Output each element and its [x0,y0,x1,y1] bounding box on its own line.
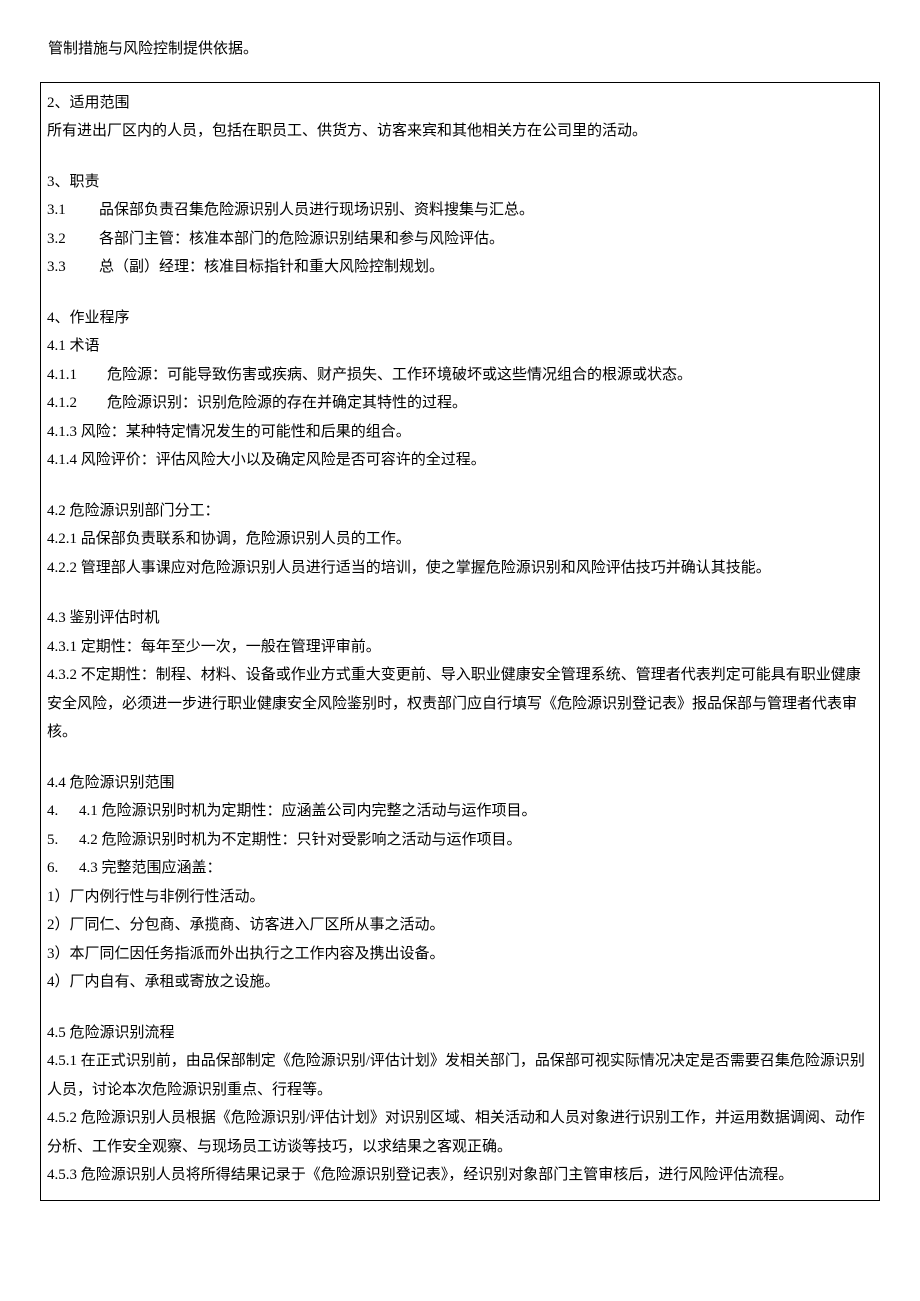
item-text: 危险源识别：识别危险源的存在并确定其特性的过程。 [107,389,467,418]
item-4-4-sub-1: 1）厂内例行性与非例行性活动。 [47,883,873,912]
item-text: 总（副）经理：核准目标指针和重大风险控制规划。 [99,253,444,282]
item-text: 各部门主管：核准本部门的危险源识别结果和参与风险评估。 [99,225,504,254]
section-4-2-title: 4.2 危险源识别部门分工： [47,497,873,526]
item-text: 4.2 危险源识别时机为不定期性：只针对受影响之活动与运作项目。 [79,826,522,855]
section-4-1-title: 4.1 术语 [47,332,873,361]
item-4-5-1: 4.5.1 在正式识别前，由品保部制定《危险源识别/评估计划》发相关部门，品保部… [47,1047,873,1104]
item-4-4-sub-3: 3）本厂同仁因任务指派而外出执行之工作内容及携出设备。 [47,940,873,969]
item-4-4-sub-4: 4）厂内自有、承租或寄放之设施。 [47,968,873,997]
item-number: 4.1.1 [47,361,107,390]
item-text: 4.3 完整范围应涵盖： [79,854,222,883]
section-4-4-title: 4.4 危险源识别范围 [47,769,873,798]
item-4-4-1: 4. 4.1 危险源识别时机为定期性：应涵盖公司内完整之活动与运作项目。 [47,797,873,826]
ol-number: 4. [47,797,79,826]
item-4-4-2: 5. 4.2 危险源识别时机为不定期性：只针对受影响之活动与运作项目。 [47,826,873,855]
item-4-4-sub-2: 2）厂同仁、分包商、承揽商、访客进入厂区所从事之活动。 [47,911,873,940]
item-4-1-3: 4.1.3 风险：某种特定情况发生的可能性和后果的组合。 [47,418,873,447]
item-text: 4.1 危险源识别时机为定期性：应涵盖公司内完整之活动与运作项目。 [79,797,537,826]
item-4-3-1: 4.3.1 定期性：每年至少一次，一般在管理评审前。 [47,633,873,662]
item-number: 3.2 [47,225,99,254]
item-3-3: 3.3 总（副）经理：核准目标指针和重大风险控制规划。 [47,253,873,282]
intro-fragment: 管制措施与风险控制提供依据。 [0,0,920,82]
section-2-body: 所有进出厂区内的人员，包括在职员工、供货方、访客来宾和其他相关方在公司里的活动。 [47,117,873,146]
item-4-1-4: 4.1.4 风险评价：评估风险大小以及确定风险是否可容许的全过程。 [47,446,873,475]
section-3-title: 3、职责 [47,168,873,197]
section-2-title: 2、适用范围 [47,89,873,118]
document-body: 2、适用范围 所有进出厂区内的人员，包括在职员工、供货方、访客来宾和其他相关方在… [40,82,880,1201]
item-3-2: 3.2 各部门主管：核准本部门的危险源识别结果和参与风险评估。 [47,225,873,254]
ol-number: 6. [47,854,79,883]
item-4-2-1: 4.2.1 品保部负责联系和协调，危险源识别人员的工作。 [47,525,873,554]
section-4-5-title: 4.5 危险源识别流程 [47,1019,873,1048]
ol-number: 5. [47,826,79,855]
item-text: 品保部负责召集危险源识别人员进行现场识别、资料搜集与汇总。 [99,196,534,225]
item-3-1: 3.1 品保部负责召集危险源识别人员进行现场识别、资料搜集与汇总。 [47,196,873,225]
item-4-5-3: 4.5.3 危险源识别人员将所得结果记录于《危险源识别登记表》，经识别对象部门主… [47,1161,873,1190]
item-number: 3.3 [47,253,99,282]
section-4-title: 4、作业程序 [47,304,873,333]
item-4-1-1: 4.1.1 危险源：可能导致伤害或疾病、财产损失、工作环境破坏或这些情况组合的根… [47,361,873,390]
item-4-4-3: 6. 4.3 完整范围应涵盖： [47,854,873,883]
item-number: 3.1 [47,196,99,225]
item-4-3-2: 4.3.2 不定期性：制程、材料、设备或作业方式重大变更前、导入职业健康安全管理… [47,661,873,747]
item-4-5-2: 4.5.2 危险源识别人员根据《危险源识别/评估计划》对识别区域、相关活动和人员… [47,1104,873,1161]
item-number: 4.1.2 [47,389,107,418]
item-4-2-2: 4.2.2 管理部人事课应对危险源识别人员进行适当的培训，使之掌握危险源识别和风… [47,554,873,583]
section-4-3-title: 4.3 鉴别评估时机 [47,604,873,633]
intro-text: 管制措施与风险控制提供依据。 [48,41,258,57]
item-text: 危险源：可能导致伤害或疾病、财产损失、工作环境破坏或这些情况组合的根源或状态。 [107,361,692,390]
item-4-1-2: 4.1.2 危险源识别：识别危险源的存在并确定其特性的过程。 [47,389,873,418]
